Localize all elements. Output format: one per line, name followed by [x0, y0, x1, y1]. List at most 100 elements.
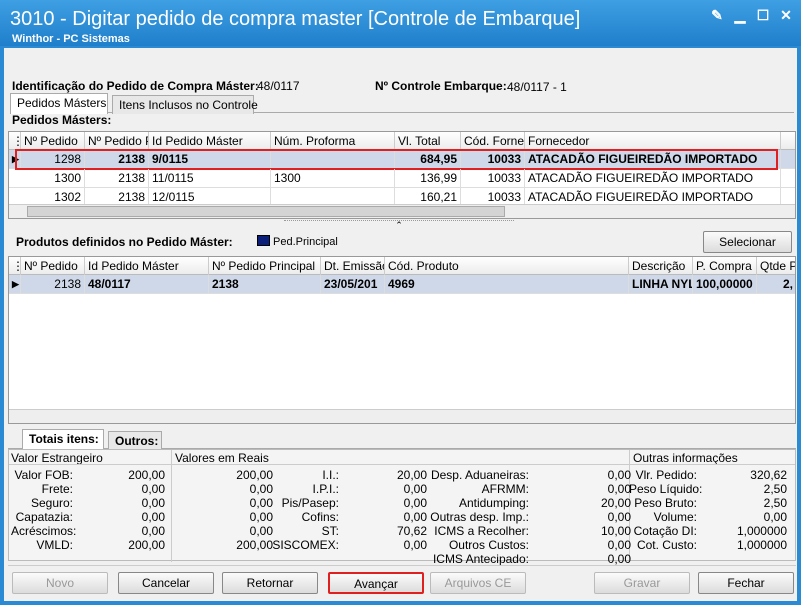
total-value: 200,00 — [236, 468, 273, 482]
title-bar: 3010 - Digitar pedido de compra master [… — [0, 0, 801, 46]
total-label: SISCOMEX: — [272, 538, 339, 552]
total-label: Seguro: — [30, 496, 73, 510]
total-value: 0,00 — [141, 482, 165, 496]
tab-totais-itens[interactable]: Totais itens: — [22, 429, 104, 450]
total-label: I.I.: — [322, 468, 339, 482]
horizontal-scrollbar[interactable] — [9, 204, 795, 218]
total-label: Desp. Aduaneiras: — [430, 468, 529, 482]
tab-itens-inclusos[interactable]: Itens Inclusos no Controle — [112, 95, 258, 114]
retornar-button[interactable]: Retornar — [222, 572, 318, 594]
col-header[interactable]: Cód. Produto — [385, 257, 629, 275]
table-row[interactable]: 1300 2138 11/0115 1300 136,99 10033 ATAC… — [9, 169, 795, 188]
total-label: Peso Líquido: — [629, 482, 703, 496]
total-value: 200,00 — [236, 538, 273, 552]
totais-tab-strip: Totais itens: Outros: — [8, 429, 796, 450]
row-indicator-icon: ▶ — [9, 275, 21, 294]
minimize-icon[interactable]: ▁ — [731, 6, 749, 24]
total-value: 200,00 — [128, 468, 165, 482]
col-header[interactable]: Núm. Proforma — [271, 132, 395, 150]
col-header[interactable]: Nº Pedido — [21, 132, 85, 150]
total-value: 0,00 — [249, 482, 273, 496]
total-value: 200,00 — [128, 538, 165, 552]
pedido-id-label: Identificação do Pedido de Compra Máster… — [12, 79, 259, 93]
total-value: 0,00 — [763, 510, 787, 524]
masters-grid[interactable]: ⋮ Nº Pedido Nº Pedido Pr Id Pedido Máste… — [8, 131, 796, 219]
select-all-button[interactable]: Selecionar Todos — [703, 231, 792, 269]
gravar-button[interactable]: Gravar — [594, 572, 690, 594]
total-value: 2,50 — [763, 482, 787, 496]
total-label: ST: — [321, 524, 339, 538]
table-row[interactable]: ▶ 2138 48/0117 2138 23/05/201 4969 LINHA… — [9, 275, 795, 294]
total-label: Acréscimos: — [11, 524, 77, 538]
total-label: I.P.I.: — [312, 482, 339, 496]
col-header[interactable]: Descrição — [629, 257, 693, 275]
total-label: Antidumping: — [458, 496, 529, 510]
table-row[interactable]: ▶ 1298 2138 9/0115 684,95 10033 ATACADÃO… — [9, 149, 795, 170]
total-label: Valor FOB: — [14, 468, 73, 482]
columns-icon[interactable]: ⋮ — [9, 132, 21, 150]
columns-icon[interactable]: ⋮ — [9, 257, 21, 275]
total-value: 0,00 — [249, 524, 273, 538]
total-label: Frete: — [41, 482, 73, 496]
total-label: Cot. Custo: — [636, 538, 697, 552]
col-header[interactable]: Nº Pedido Pr — [85, 132, 149, 150]
total-label: Volume: — [653, 510, 697, 524]
total-value: 320,62 — [750, 468, 787, 482]
produtos-grid-header: ⋮ Nº Pedido Id Pedido Máster Nº Pedido P… — [9, 257, 795, 275]
total-value: 0,00 — [141, 524, 165, 538]
cancelar-button[interactable]: Cancelar — [118, 572, 214, 594]
pedido-id-value: 48/0117 — [257, 79, 300, 93]
totais-panel: Valor Estrangeiro Valores em Reais Outra… — [8, 449, 796, 566]
client-area: Identificação do Pedido de Compra Máster… — [4, 48, 797, 601]
total-value: 0,00 — [249, 496, 273, 510]
col-header[interactable]: Fornecedor — [525, 132, 781, 150]
table-cell: 11/0115 — [149, 169, 271, 188]
col-header[interactable]: Cód. Fornec — [461, 132, 525, 150]
total-label: Outras desp. Imp.: — [430, 510, 529, 524]
tab-pedidos-masters[interactable]: Pedidos Másters — [10, 93, 108, 114]
table-cell: 2, — [757, 275, 795, 294]
masters-grid-header: ⋮ Nº Pedido Nº Pedido Pr Id Pedido Máste… — [9, 132, 795, 150]
total-label: Vlr. Pedido: — [635, 468, 697, 482]
col-header[interactable]: Qtde Pe — [757, 257, 795, 275]
total-value: 0,00 — [403, 538, 427, 552]
table-cell: 2138 — [21, 275, 85, 294]
scroll-thumb[interactable] — [27, 206, 505, 217]
total-value: 70,62 — [396, 524, 427, 538]
total-value: 0,00 — [403, 482, 427, 496]
produtos-grid[interactable]: ⋮ Nº Pedido Id Pedido Máster Nº Pedido P… — [8, 256, 796, 424]
total-value: 0,00 — [607, 552, 631, 566]
fechar-button[interactable]: Fechar — [698, 572, 794, 594]
total-value: 0,00 — [607, 510, 631, 524]
col-header[interactable]: Nº Pedido Principal — [209, 257, 321, 275]
legend-swatch — [257, 235, 270, 246]
avancar-button[interactable]: Avançar — [328, 572, 424, 594]
arquivos-ce-button[interactable]: Arquivos CE — [430, 572, 526, 594]
col-header[interactable]: Id Pedido Máster — [149, 132, 271, 150]
edit-icon[interactable]: ✎ — [708, 6, 726, 24]
total-label: ICMS a Recolher: — [434, 524, 529, 538]
section-label: Valores em Reais — [175, 451, 269, 465]
col-header[interactable]: Vl. Total — [395, 132, 461, 150]
col-header[interactable]: Dt. Emissão — [321, 257, 385, 275]
total-value: 0,00 — [607, 482, 631, 496]
table-cell: 2138 — [209, 275, 321, 294]
col-header[interactable]: Id Pedido Máster — [85, 257, 209, 275]
close-icon[interactable]: ✕ — [777, 6, 795, 24]
total-value: 2,50 — [763, 496, 787, 510]
table-cell: 23/05/201 — [321, 275, 385, 294]
horizontal-scrollbar[interactable] — [9, 409, 795, 423]
controle-value: 48/0117 - 1 — [507, 80, 567, 94]
total-value: 1,000000 — [736, 538, 787, 552]
total-value: 0,00 — [249, 510, 273, 524]
table-cell: ATACADÃO FIGUEIREDÃO IMPORTADO — [525, 169, 781, 188]
col-header[interactable]: Nº Pedido — [21, 257, 85, 275]
tab-strip: Pedidos Másters Itens Inclusos no Contro… — [10, 93, 794, 114]
maximize-icon[interactable]: ☐ — [754, 6, 772, 24]
novo-button[interactable]: Novo — [12, 572, 108, 594]
controle-label: Nº Controle Embarque: — [375, 79, 507, 93]
tab-outros[interactable]: Outros: — [108, 431, 162, 450]
splitter-handle[interactable]: ⌃ — [284, 220, 514, 230]
total-label: VMLD: — [36, 538, 73, 552]
col-header[interactable]: P. Compra — [693, 257, 757, 275]
